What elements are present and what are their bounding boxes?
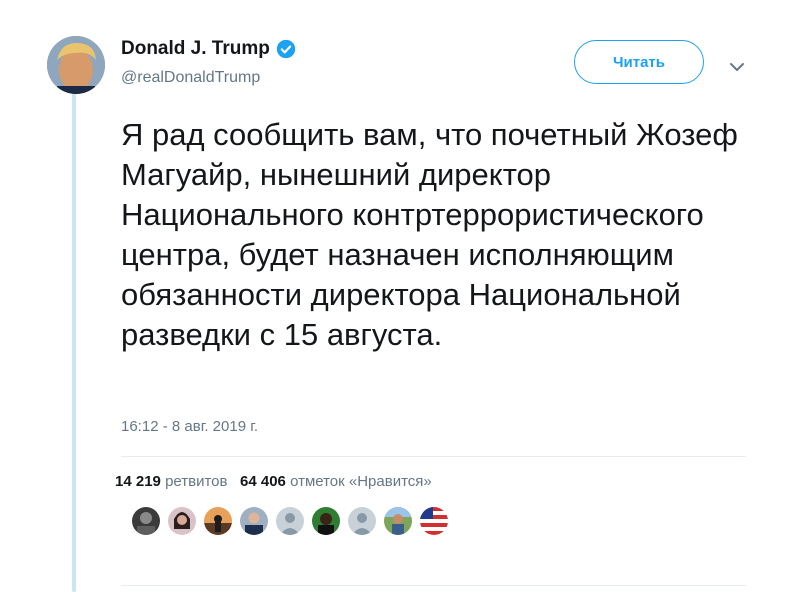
liker-avatar[interactable] [312,507,340,535]
tweet-text: Я рад сообщить вам, что почетный Жозеф М… [121,117,738,352]
likes-count[interactable]: 64 406 [240,473,286,490]
thread-line [72,92,76,592]
tweet-timestamp[interactable]: 16:12 - 8 авг. 2019 г. [121,418,258,435]
likes-label[interactable]: отметок «Нравится» [290,473,432,490]
retweets-label[interactable]: ретвитов [165,473,227,490]
author-name-row: Donald J. Trump [121,38,296,60]
liker-avatar[interactable] [420,507,448,535]
liker-avatar[interactable] [348,507,376,535]
author-avatar[interactable] [47,36,105,94]
retweets-count[interactable]: 14 219 [115,473,161,490]
liker-avatar[interactable] [276,507,304,535]
liker-avatar[interactable] [168,507,196,535]
liker-avatar[interactable] [240,507,268,535]
liker-avatar[interactable] [132,507,160,535]
liker-avatars [132,507,456,535]
divider-top [121,456,746,457]
chevron-down-icon[interactable] [727,57,747,77]
divider-bottom [121,585,746,586]
liker-avatar[interactable] [384,507,412,535]
author-name[interactable]: Donald J. Trump [121,38,270,60]
liker-avatar[interactable] [204,507,232,535]
author-handle[interactable]: @realDonaldTrump [121,69,260,87]
engagement-stats: 14 219 ретвитов 64 406 отметок «Нравится… [115,473,432,490]
follow-button[interactable]: Читать [574,40,704,84]
verified-badge-icon [276,39,296,59]
